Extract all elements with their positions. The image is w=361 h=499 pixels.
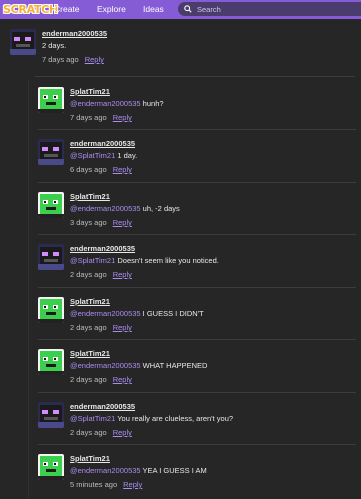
comment-text: @enderman2000535 I GUESS I DIDN'T — [70, 309, 204, 318]
comment-username[interactable]: enderman2000535 — [42, 29, 107, 38]
search-input[interactable] — [197, 4, 357, 14]
comment-meta: 6 days ago Reply — [70, 165, 132, 174]
comment: enderman2000535 @SplatTim21 You really a… — [38, 402, 356, 442]
nav-create-link[interactable]: Create — [54, 4, 80, 14]
comment-text: 2 days. — [42, 41, 66, 50]
comment-text: @enderman2000535 YEA I GUESS I AM — [70, 466, 207, 475]
user-avatar[interactable] — [38, 297, 64, 323]
divider — [38, 182, 356, 183]
user-avatar[interactable] — [38, 192, 64, 218]
reply-link[interactable]: Reply — [113, 218, 132, 227]
comment-meta: 7 days ago Reply — [42, 55, 104, 64]
comment: enderman2000535 2 days. 7 days ago Reply — [10, 29, 355, 69]
divider — [38, 234, 356, 235]
reply-link[interactable]: Reply — [113, 375, 132, 384]
top-navbar: SCRATCH Create Explore Ideas — [0, 0, 361, 19]
comment-mention[interactable]: @enderman2000535 — [70, 99, 141, 108]
logo-text: SCRATCH — [3, 3, 58, 16]
comment-mention[interactable]: @SplatTim21 — [70, 151, 115, 160]
comment-body: 2 days. — [42, 41, 67, 50]
comment: enderman2000535 @SplatTim21 Doesn't seem… — [38, 244, 356, 284]
reply-link[interactable]: Reply — [113, 165, 132, 174]
comment-time: 7 days ago — [42, 55, 79, 64]
comment-time: 3 days ago — [70, 218, 107, 227]
comment-mention[interactable]: @enderman2000535 — [70, 466, 141, 475]
comment-meta: 7 days ago Reply — [70, 113, 132, 122]
comment-body: uh, -2 days — [140, 204, 180, 213]
reply-link[interactable]: Reply — [113, 428, 132, 437]
divider — [38, 129, 356, 130]
comment-mention[interactable]: @enderman2000535 — [70, 361, 141, 370]
user-avatar[interactable] — [10, 29, 36, 55]
nav-ideas-link[interactable]: Ideas — [143, 4, 164, 14]
comment-username[interactable]: enderman2000535 — [70, 244, 135, 253]
comment-meta: 5 minutes ago Reply — [70, 480, 142, 489]
reply-link[interactable]: Reply — [85, 55, 104, 64]
user-avatar[interactable] — [38, 349, 64, 375]
user-avatar[interactable] — [38, 402, 64, 428]
comment-body: YEA I GUESS I AM — [140, 466, 207, 475]
comment-mention[interactable]: @enderman2000535 — [70, 204, 141, 213]
comment-username[interactable]: SplatTim21 — [70, 192, 110, 201]
comment-text: @enderman2000535 hunh? — [70, 99, 164, 108]
comment-time: 7 days ago — [70, 113, 107, 122]
scratch-logo[interactable]: SCRATCH — [3, 2, 58, 17]
comment-meta: 2 days ago Reply — [70, 270, 132, 279]
divider — [38, 339, 356, 340]
reply-link[interactable]: Reply — [123, 480, 142, 489]
divider — [38, 392, 356, 393]
comment-username[interactable]: enderman2000535 — [70, 139, 135, 148]
comment: SplatTim21 @enderman2000535 I GUESS I DI… — [38, 297, 356, 337]
user-avatar[interactable] — [38, 87, 64, 113]
user-avatar[interactable] — [38, 454, 64, 480]
comment-time: 6 days ago — [70, 165, 107, 174]
user-avatar[interactable] — [38, 244, 64, 270]
comment-text: @enderman2000535 WHAT HAPPENED — [70, 361, 207, 370]
reply-thread-line — [28, 80, 29, 498]
comment-text: @SplatTim21 Doesn't seem like you notice… — [70, 256, 219, 265]
comment: enderman2000535 @SplatTim21 1 day. 6 day… — [38, 139, 356, 179]
comment-meta: 2 days ago Reply — [70, 323, 132, 332]
comment-time: 2 days ago — [70, 428, 107, 437]
reply-link[interactable]: Reply — [113, 113, 132, 122]
comment: SplatTim21 @enderman2000535 YEA I GUESS … — [38, 454, 356, 494]
comment-time: 2 days ago — [70, 270, 107, 279]
comment-text: @enderman2000535 uh, -2 days — [70, 204, 180, 213]
comment: SplatTim21 @enderman2000535 hunh? 7 days… — [38, 87, 356, 127]
comment-mention[interactable]: @SplatTim21 — [70, 414, 115, 423]
comment-meta: 2 days ago Reply — [70, 428, 132, 437]
comment: SplatTim21 @enderman2000535 WHAT HAPPENE… — [38, 349, 356, 389]
comment-username[interactable]: SplatTim21 — [70, 297, 110, 306]
divider — [35, 76, 355, 77]
comment-username[interactable]: SplatTim21 — [70, 87, 110, 96]
search-icon — [184, 5, 192, 13]
comment-body: 1 day. — [115, 151, 138, 160]
comment-mention[interactable]: @enderman2000535 — [70, 309, 141, 318]
divider — [38, 444, 356, 445]
user-avatar[interactable] — [38, 139, 64, 165]
comment-username[interactable]: SplatTim21 — [70, 349, 110, 358]
comment-body: WHAT HAPPENED — [140, 361, 208, 370]
comment-time: 2 days ago — [70, 375, 107, 384]
nav-explore-link[interactable]: Explore — [97, 4, 126, 14]
comment-body: hunh? — [140, 99, 164, 108]
comment-body: You really are clueless, aren't you? — [115, 414, 234, 423]
comment-text: @SplatTim21 You really are clueless, are… — [70, 414, 233, 423]
comment-mention[interactable]: @SplatTim21 — [70, 256, 115, 265]
comment-body: I GUESS I DIDN'T — [140, 309, 204, 318]
comment-time: 5 minutes ago — [70, 480, 118, 489]
comment-body: Doesn't seem like you noticed. — [115, 256, 219, 265]
comment-username[interactable]: SplatTim21 — [70, 454, 110, 463]
comment-username[interactable]: enderman2000535 — [70, 402, 135, 411]
comment-meta: 2 days ago Reply — [70, 375, 132, 384]
comment: SplatTim21 @enderman2000535 uh, -2 days … — [38, 192, 356, 232]
search-box — [178, 2, 361, 16]
divider — [38, 287, 356, 288]
comment-time: 2 days ago — [70, 323, 107, 332]
reply-link[interactable]: Reply — [113, 270, 132, 279]
comment-meta: 3 days ago Reply — [70, 218, 132, 227]
reply-link[interactable]: Reply — [113, 323, 132, 332]
comment-text: @SplatTim21 1 day. — [70, 151, 137, 160]
